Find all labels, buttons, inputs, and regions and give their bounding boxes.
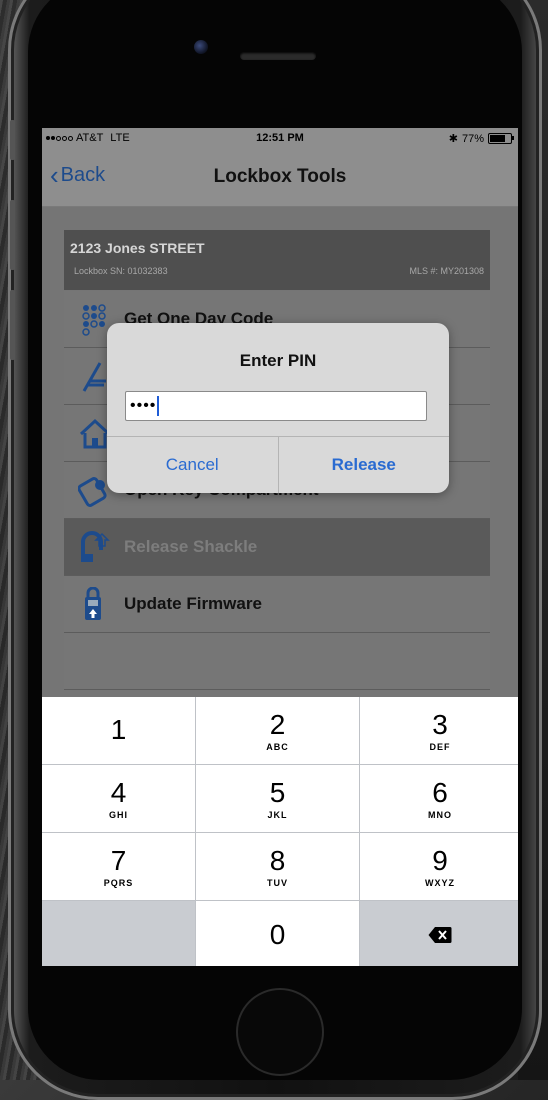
key-digit: 3 xyxy=(432,708,448,740)
page-title: Lockbox Tools xyxy=(213,166,347,187)
key-5[interactable]: 5 JKL xyxy=(196,765,359,832)
status-bar: AT&T LTE 12:51 PM ✱ 77% xyxy=(42,128,518,150)
phone-screen: AT&T LTE 12:51 PM ✱ 77% ‹ Back Lockbox T… xyxy=(42,128,518,966)
key-digit: 6 xyxy=(432,776,448,808)
key-digit: 5 xyxy=(269,776,286,808)
lockbox-update-icon xyxy=(85,587,101,620)
key-4[interactable]: 4 GHI xyxy=(42,765,195,832)
key-letters: PQRS xyxy=(103,877,134,888)
key-3[interactable]: 3 DEF xyxy=(360,697,518,764)
dialog-title: Enter PIN xyxy=(239,351,317,370)
key-digit: 1 xyxy=(110,713,127,745)
enter-pin-dialog: Enter PIN •••• Cancel Release xyxy=(107,323,449,493)
menu-item-release-shackle[interactable]: Release Shackle xyxy=(64,519,490,576)
bluetooth-icon: ✱ xyxy=(448,133,458,145)
pin-value: •••• xyxy=(130,397,157,414)
delete-key[interactable] xyxy=(360,901,518,966)
key-letters: TUV xyxy=(267,877,288,888)
key-letters: JKL xyxy=(267,809,288,820)
key-0[interactable]: 0 xyxy=(196,901,359,966)
earpiece-speaker xyxy=(240,52,316,60)
key-letters: DEF xyxy=(429,741,451,752)
key-digit: 9 xyxy=(432,844,448,876)
key-7[interactable]: 7 PQRS xyxy=(42,833,195,900)
dialog-buttons: Cancel Release xyxy=(107,436,449,493)
battery-icon xyxy=(488,133,514,144)
key-digit: 0 xyxy=(269,919,286,950)
key-9[interactable]: 9 WXYZ xyxy=(360,833,518,900)
home-button[interactable] xyxy=(236,988,324,1076)
key-digit: 8 xyxy=(269,844,286,876)
text-caret xyxy=(157,396,160,416)
volume-down-button xyxy=(10,290,15,360)
lockbox-mls: MLS #: MY201308 xyxy=(409,266,484,276)
front-camera xyxy=(194,40,208,54)
key-1[interactable]: 1 xyxy=(42,697,195,764)
pin-input[interactable]: •••• xyxy=(125,391,427,421)
clock: 12:51 PM xyxy=(256,132,304,144)
key-letters: WXYZ xyxy=(425,877,455,888)
battery-percent: 77% xyxy=(461,132,484,145)
menu-item-empty xyxy=(64,633,490,690)
key-blank xyxy=(42,901,195,966)
menu-item-update-firmware[interactable]: Update Firmware xyxy=(64,576,490,633)
key-digit: 2 xyxy=(269,708,286,740)
menu-item-label: Release Shackle xyxy=(124,537,258,556)
cancel-button[interactable]: Cancel xyxy=(107,437,278,493)
key-letters: GHI xyxy=(108,809,128,820)
release-button[interactable]: Release xyxy=(277,437,450,493)
key-digit: 4 xyxy=(110,776,127,808)
key-2[interactable]: 2 ABC xyxy=(196,697,359,764)
navigation-bar: ‹ Back Lockbox Tools xyxy=(42,150,518,207)
key-digit: 7 xyxy=(110,844,127,876)
numeric-keypad: 1 2 ABC 3 DEF 4 GHI 5 JKL 6 MNO 7 PQRS 8 TUV 9W… xyxy=(42,697,518,966)
shackle-icon xyxy=(81,531,110,562)
key-6[interactable]: 6 MNO xyxy=(360,765,518,832)
delete-icon xyxy=(428,927,452,943)
key-letters: MNO xyxy=(428,809,452,820)
lockbox-serial: Lockbox SN: 01032383 xyxy=(74,266,168,276)
mute-switch xyxy=(10,120,15,160)
key-8[interactable]: 8 TUV xyxy=(196,833,359,900)
menu-item-label: Update Firmware xyxy=(124,594,262,613)
volume-up-button xyxy=(10,200,15,270)
key-letters: ABC xyxy=(266,741,289,752)
lockbox-address: 2123 Jones STREET xyxy=(70,240,205,256)
lockbox-header: 2123 Jones STREET Lockbox SN: 01032383 M… xyxy=(64,230,490,290)
